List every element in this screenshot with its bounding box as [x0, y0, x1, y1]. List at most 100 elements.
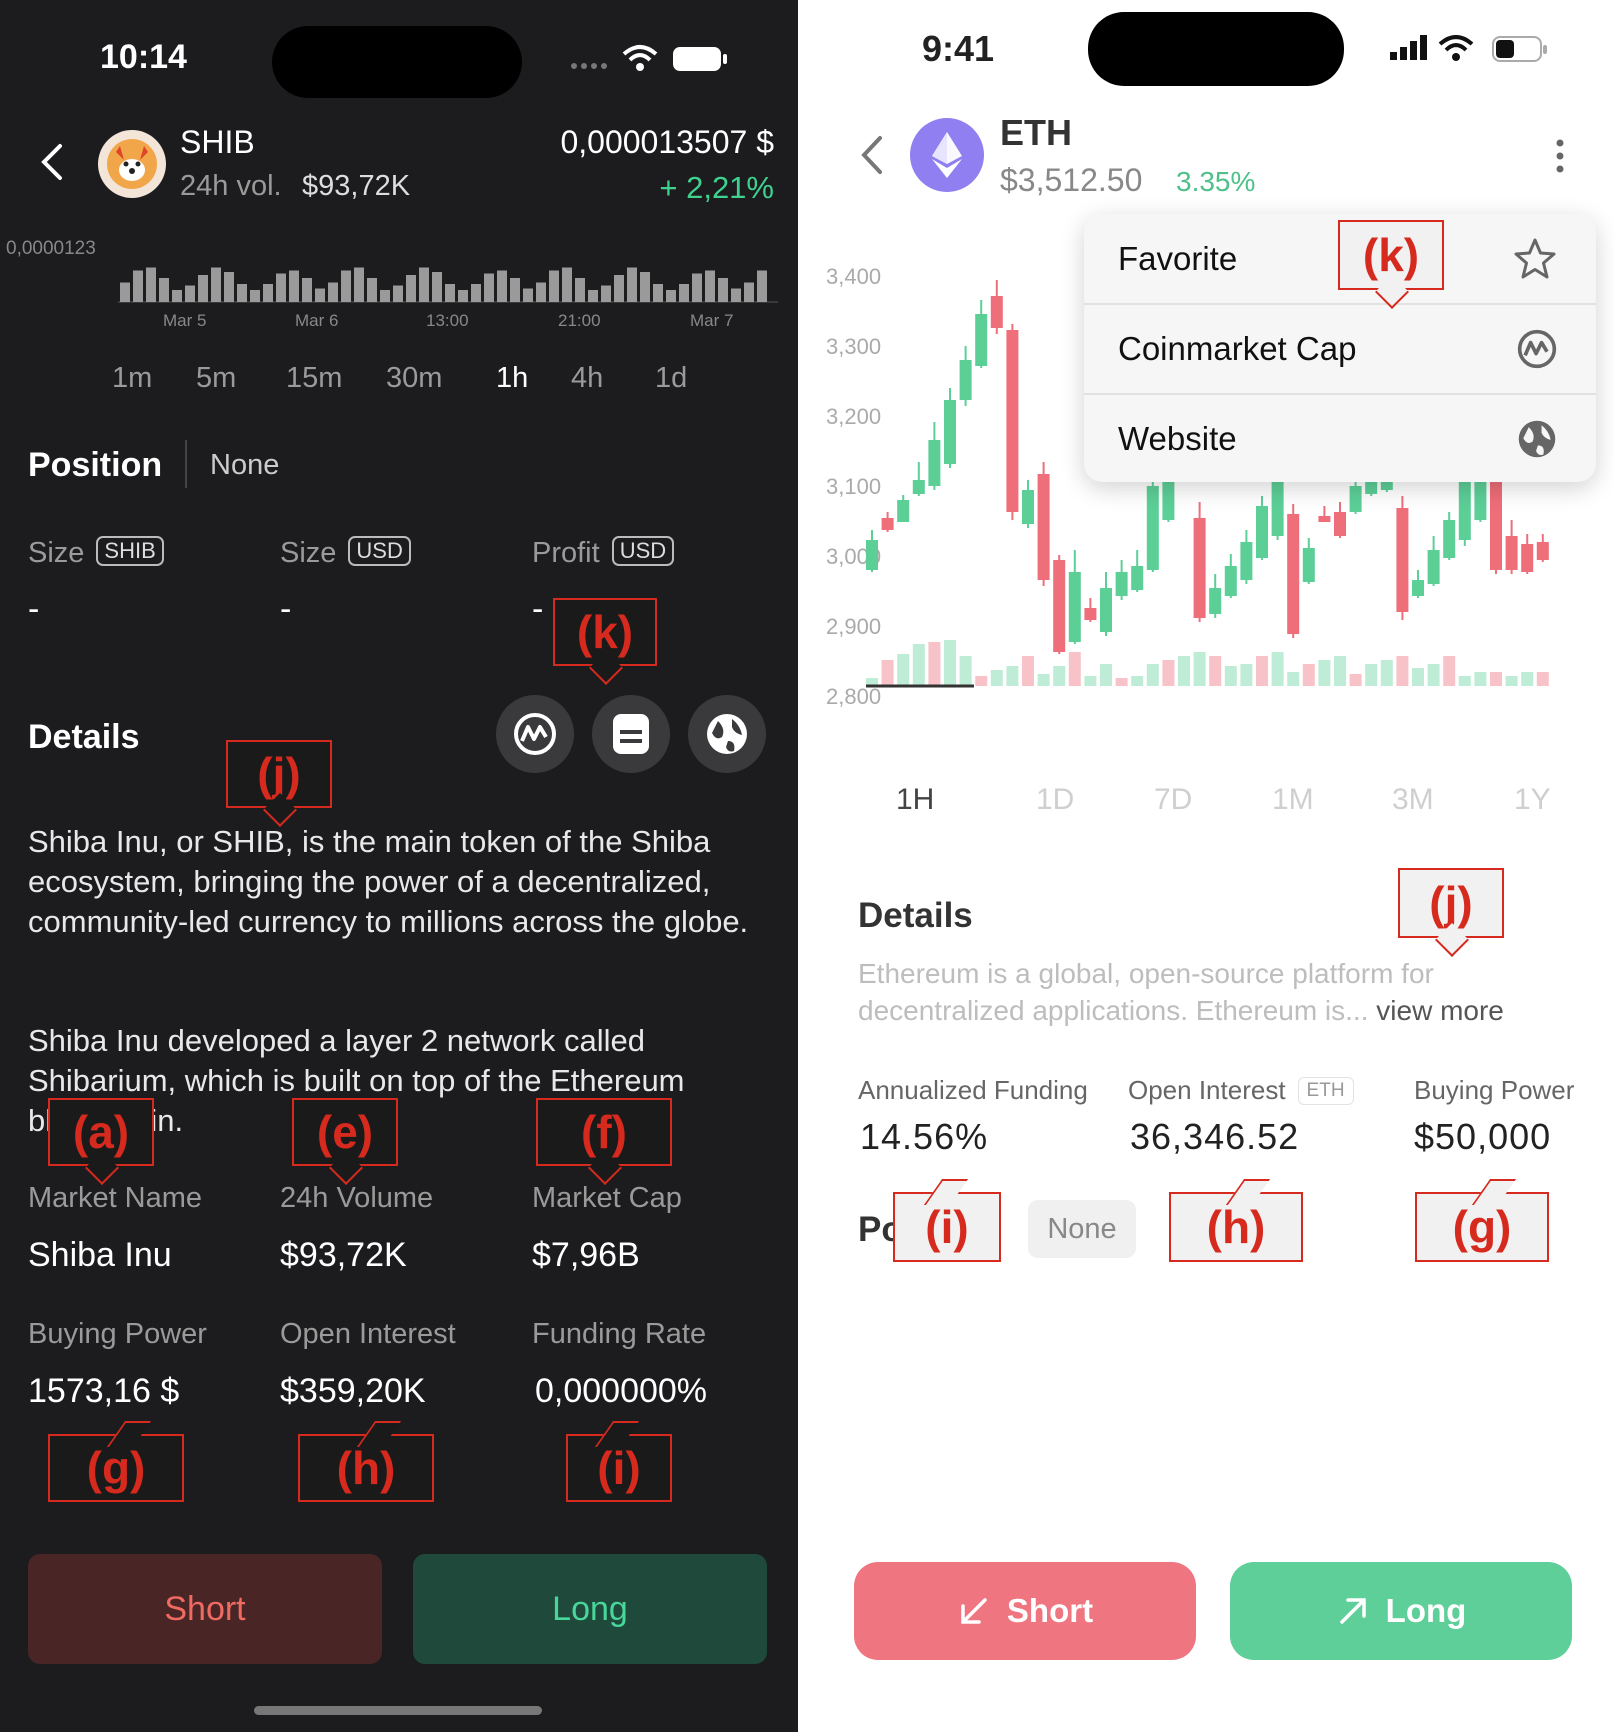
- position-value: None: [1028, 1200, 1136, 1258]
- timeframe-15m[interactable]: 15m: [286, 362, 342, 395]
- histogram-bar: [263, 284, 273, 302]
- long-button[interactable]: Long: [1230, 1562, 1572, 1660]
- volume-bar: [1443, 656, 1456, 686]
- shib-screen: 10:14 SHIB 24h vol. $93,72K 0,000013507 …: [0, 0, 798, 1732]
- annotation-label: (j): [1398, 868, 1504, 938]
- histogram-bar: [276, 273, 286, 302]
- volume-bar: [1505, 676, 1518, 686]
- menu-item-label: Website: [1118, 420, 1237, 457]
- back-button[interactable]: [38, 142, 66, 187]
- more-options-button[interactable]: [1554, 138, 1566, 179]
- timeframe-1m[interactable]: 1m: [112, 362, 152, 395]
- volume-bar: [1490, 672, 1502, 686]
- coinmarketcap-link-button[interactable]: [496, 695, 574, 773]
- histogram-bar: [419, 267, 429, 302]
- candle-body: [1490, 480, 1502, 570]
- candle-body: [866, 540, 878, 570]
- open-interest-value: $359,20K: [280, 1372, 426, 1410]
- details-paragraph-1: Shiba Inu, or SHIB, is the main token of…: [28, 824, 749, 939]
- annotation-label: (k): [553, 598, 657, 666]
- histogram-bar: [601, 285, 611, 302]
- candle-body: [1536, 542, 1549, 560]
- timeframe-1y[interactable]: 1Y: [1514, 783, 1551, 817]
- volume-bar: [1068, 652, 1081, 686]
- home-indicator: [254, 1706, 542, 1715]
- arrow-down-left-icon: [961, 1598, 987, 1624]
- size-shib-label: Size SHIB: [28, 536, 164, 570]
- wifi-icon: [622, 44, 658, 77]
- histogram-bar: [679, 284, 689, 302]
- candle-body: [912, 480, 925, 494]
- candle-body: [1100, 588, 1112, 632]
- candle-body: [1037, 474, 1050, 580]
- histogram-bar: [692, 273, 702, 302]
- details-title: Details: [858, 896, 973, 935]
- timeframe-1h[interactable]: 1h: [496, 362, 528, 395]
- menu-item-website[interactable]: Website: [1084, 394, 1594, 484]
- volume-value: $93,72K: [302, 170, 411, 202]
- price-change: + 2,21%: [659, 170, 774, 205]
- histogram-bar: [523, 288, 533, 302]
- volume-bar: [1100, 664, 1112, 686]
- histogram-bar: [705, 270, 715, 302]
- candle-body: [1349, 486, 1362, 512]
- back-button[interactable]: [858, 134, 886, 181]
- timeframe-1d[interactable]: 1d: [655, 362, 687, 395]
- candle-body: [990, 296, 1003, 328]
- histogram-bar: [640, 272, 650, 302]
- candle-body: [1318, 516, 1331, 522]
- volume-bar: [1412, 668, 1424, 686]
- timeframe-1d[interactable]: 1D: [1036, 783, 1074, 817]
- annotation-label: (i): [893, 1192, 1001, 1262]
- annotation-label: (a): [48, 1098, 154, 1166]
- volume-bar: [1022, 656, 1034, 686]
- histogram-bar: [510, 278, 520, 302]
- timeframe-5m[interactable]: 5m: [196, 362, 236, 395]
- menu-item-coinmarketcap[interactable]: Coinmarket Cap: [1084, 304, 1594, 394]
- timeframe-30m[interactable]: 30m: [386, 362, 442, 395]
- volume-bar: [1256, 656, 1268, 686]
- price-change: 3.35%: [1176, 166, 1256, 197]
- volume-bar: [1209, 656, 1222, 686]
- volume-bar: [1334, 656, 1346, 686]
- histogram-bar: [536, 282, 546, 302]
- position-title: Position: [28, 446, 163, 484]
- details-text-line-1: Ethereum is a global, open-source platfo…: [858, 958, 1434, 989]
- timeframe-1m[interactable]: 1M: [1272, 783, 1314, 817]
- histogram-bar: [575, 278, 585, 302]
- histogram-bar: [549, 270, 559, 302]
- market-name-value: Shiba Inu: [28, 1236, 172, 1274]
- volume-bar: [1365, 664, 1378, 686]
- dynamic-island: [272, 26, 522, 98]
- market-cap-value: $7,96B: [532, 1236, 640, 1274]
- histogram-bar: [484, 273, 494, 302]
- candle-body: [1334, 512, 1346, 536]
- whitepaper-button[interactable]: [592, 695, 670, 773]
- size-shib-value: -: [28, 590, 40, 628]
- details-title: Details: [28, 718, 140, 756]
- candle-body: [1209, 588, 1222, 614]
- candle-body: [944, 400, 956, 464]
- view-more-link[interactable]: view more: [1376, 995, 1504, 1026]
- candle-body: [1240, 542, 1253, 580]
- volume-bar: [1131, 676, 1144, 686]
- annotation-label: (i): [566, 1434, 672, 1502]
- buying-power-label: Buying Power: [1414, 1075, 1575, 1105]
- histogram-bar: [445, 284, 455, 302]
- histogram-bar: [588, 290, 598, 302]
- timeframe-4h[interactable]: 4h: [571, 362, 603, 395]
- histogram-bar: [562, 267, 572, 302]
- short-button[interactable]: Short: [28, 1554, 382, 1664]
- funding-rate-label: Funding Rate: [532, 1318, 707, 1350]
- timeframe-1h[interactable]: 1H: [896, 783, 934, 817]
- battery-icon: [1492, 36, 1550, 69]
- timeframe-7d[interactable]: 7D: [1154, 783, 1192, 817]
- volume-bar: [1178, 656, 1190, 686]
- chart-x-label: 13:00: [426, 311, 469, 330]
- volume-bar: [1271, 652, 1284, 686]
- volume-bar: [1302, 664, 1315, 686]
- short-button[interactable]: Short: [854, 1562, 1196, 1660]
- timeframe-3m[interactable]: 3M: [1392, 783, 1434, 817]
- long-button[interactable]: Long: [413, 1554, 767, 1664]
- website-button[interactable]: [688, 695, 766, 773]
